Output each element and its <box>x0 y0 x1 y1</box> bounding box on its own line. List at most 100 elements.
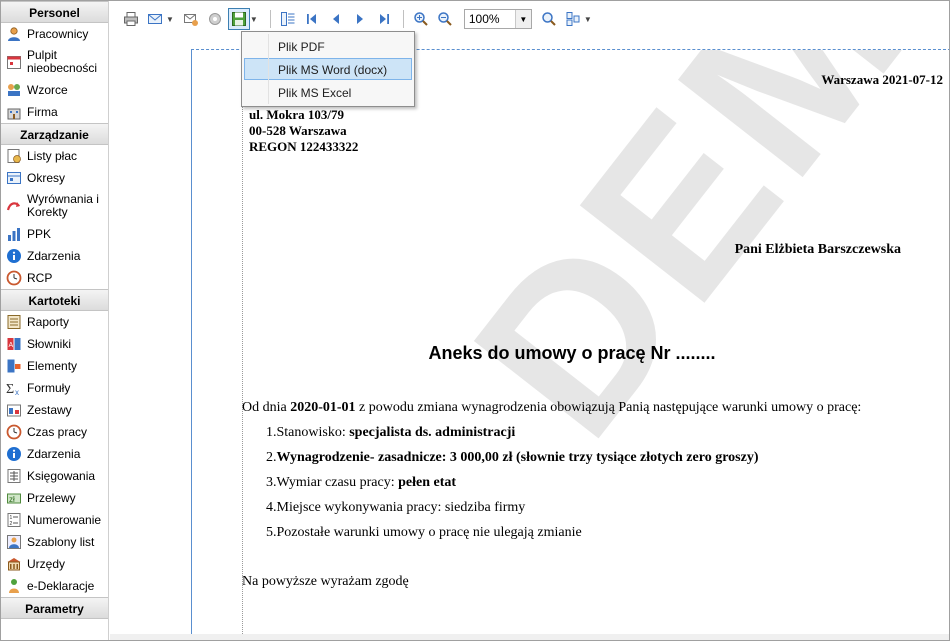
condition-item-4: 4.Miejsce wykonywania pracy: siedziba fi… <box>266 500 526 515</box>
export-dropdown-menu: Plik PDF Plik MS Word (docx) Plik MS Exc… <box>241 31 415 107</box>
email-settings-button[interactable] <box>180 8 202 30</box>
sidebar-item-ksiegowania[interactable]: Księgowania <box>1 465 108 487</box>
sidebar-item-firma[interactable]: Firma <box>1 101 108 123</box>
sidebar-item-elementy[interactable]: Elementy <box>1 355 108 377</box>
sidebar-item-przelewy[interactable]: zł Przelewy <box>1 487 108 509</box>
sidebar-item-wyrownania-i-korekty[interactable]: Wyrównania i Korekty <box>1 189 108 223</box>
sidebar-item-zestawy[interactable]: Zestawy <box>1 399 108 421</box>
sidebar-item-wzorce[interactable]: Wzorce <box>1 79 108 101</box>
svg-text:A: A <box>9 342 14 349</box>
sidebar-item-slowniki[interactable]: A Słowniki <box>1 333 108 355</box>
menu-item-export-pdf[interactable]: Plik PDF <box>244 35 412 57</box>
page-layout-button[interactable] <box>562 8 584 30</box>
sidebar-item-raporty[interactable]: Raporty <box>1 311 108 333</box>
thumbnails-icon <box>280 12 295 26</box>
dictionary-icon: A <box>7 338 21 350</box>
sidebar-item-label: Słowniki <box>27 336 72 351</box>
payroll-icon <box>7 149 21 163</box>
settings-button[interactable] <box>204 8 226 30</box>
chevron-down-icon[interactable]: ▼ <box>514 10 531 28</box>
export-dropdown-caret-icon[interactable]: ▼ <box>250 15 258 24</box>
zoom-in-button[interactable] <box>410 8 432 30</box>
sidebar-item-label: Pulpit nieobecności <box>27 48 98 75</box>
document-title: Aneks do umowy o pracę Nr ........ <box>192 343 949 364</box>
document-date: Warszawa 2021-07-12 <box>821 72 943 87</box>
sidebar-item-okresy[interactable]: Okresy <box>1 167 108 189</box>
email-dropdown-caret-icon[interactable]: ▼ <box>166 15 174 24</box>
gear-icon <box>208 13 221 25</box>
chevron-left-icon <box>332 14 339 24</box>
menu-item-export-excel[interactable]: Plik MS Excel <box>244 81 412 103</box>
document-preview-area[interactable]: DEMO Warszawa 2021-07-12 cyjna ul. Mokra… <box>110 37 950 640</box>
sidebar-item-label: Księgowania <box>27 468 96 483</box>
sidebar-item-e-deklaracje[interactable]: e-Deklaracje <box>1 575 108 597</box>
zoom-fit-button[interactable] <box>538 8 560 30</box>
calendar-icon <box>7 56 21 69</box>
info-icon <box>7 447 21 461</box>
sidebar-item-formuly[interactable]: Σx Formuły <box>1 377 108 399</box>
zoom-select[interactable]: 100% ▼ <box>463 9 532 29</box>
zoom-out-icon <box>438 12 452 26</box>
sidebar-item-szablony-list[interactable]: Szablony list <box>1 531 108 553</box>
closing-statement: Na powyższe wyrażam zgodę <box>242 574 409 589</box>
print-button[interactable] <box>120 8 142 30</box>
corrections-icon <box>6 202 20 211</box>
condition-2-label: 2. <box>266 450 277 465</box>
sidebar-item-rcp[interactable]: RCP <box>1 267 108 289</box>
user-icon <box>8 27 20 41</box>
thumbnails-button[interactable] <box>277 8 299 30</box>
clock-icon <box>6 424 22 440</box>
sidebar-item-label: Czas pracy <box>27 424 88 439</box>
condition-1-label: 1.Stanowisko: <box>266 425 346 440</box>
recipient-name: Pani Elżbieta Barszczewska <box>734 242 901 257</box>
sidebar-item-zdarzenia-kartoteki[interactable]: Zdarzenia <box>1 443 108 465</box>
email-button[interactable] <box>144 8 166 30</box>
export-button[interactable] <box>227 8 250 30</box>
office-icon <box>7 558 21 571</box>
previous-page-button[interactable] <box>325 8 347 30</box>
section-header-kartoteki[interactable]: Kartoteki <box>1 289 108 311</box>
zoom-in-icon <box>414 12 428 26</box>
zoom-out-button[interactable] <box>434 8 456 30</box>
sidebar-item-pulpit-nieobecnosci[interactable]: Pulpit nieobecności <box>1 45 108 79</box>
sidebar-item-czas-pracy[interactable]: Czas pracy <box>1 421 108 443</box>
first-page-button[interactable] <box>301 8 323 30</box>
demo-watermark: DEMO <box>425 49 950 481</box>
sidebar-item-ppk[interactable]: PPK <box>1 223 108 245</box>
sidebar-item-label: Elementy <box>27 358 78 373</box>
list-template-icon <box>7 535 21 549</box>
info-icon <box>7 249 21 263</box>
sidebar-item-label: RCP <box>27 270 53 285</box>
last-page-button[interactable] <box>373 8 395 30</box>
document-page: DEMO Warszawa 2021-07-12 cyjna ul. Mokra… <box>191 49 950 640</box>
intro-suffix: z powodu zmiana wynagrodzenia obowiązują… <box>359 400 862 415</box>
document-title-text: Aneks do umowy o pracę Nr <box>428 343 671 363</box>
section-header-personel[interactable]: Personel <box>1 1 108 23</box>
sets-icon <box>7 404 21 417</box>
elements-icon <box>7 359 21 373</box>
formula-icon: Σx <box>6 382 19 396</box>
transfer-icon: zł <box>7 493 21 504</box>
sidebar-item-label: Urzędy <box>27 556 66 571</box>
company-regon: REGON 122433322 <box>249 139 359 154</box>
sidebar-item-label: Okresy <box>27 170 66 185</box>
menu-item-export-word[interactable]: Plik MS Word (docx) <box>244 58 412 80</box>
sidebar-item-listy-plac[interactable]: Listy płac <box>1 145 108 167</box>
horizontal-scrollbar[interactable] <box>110 634 949 640</box>
envelope-icon <box>148 14 162 24</box>
sidebar-item-pracownicy[interactable]: Pracownicy <box>1 23 108 45</box>
clock-icon <box>6 270 22 286</box>
sidebar-item-label: Firma <box>27 104 58 119</box>
sidebar-item-urzedy[interactable]: Urzędy <box>1 553 108 575</box>
sidebar-item-numerowanie[interactable]: 12 Numerowanie <box>1 509 108 531</box>
document-title-dots: ........ <box>675 343 716 363</box>
condition-3-value: pełen etat <box>398 475 457 490</box>
sidebar-item-zdarzenia[interactable]: Zdarzenia <box>1 245 108 267</box>
company-address-line2: 00-528 Warszawa <box>249 123 347 138</box>
section-header-zarzadzanie[interactable]: Zarządzanie <box>1 123 108 145</box>
page-layout-dropdown-caret-icon[interactable]: ▼ <box>584 15 592 24</box>
last-page-icon <box>379 14 389 24</box>
next-page-button[interactable] <box>349 8 371 30</box>
condition-item-1: 1.Stanowisko: specjalista ds. administra… <box>266 425 515 441</box>
section-header-parametry[interactable]: Parametry <box>1 597 108 619</box>
